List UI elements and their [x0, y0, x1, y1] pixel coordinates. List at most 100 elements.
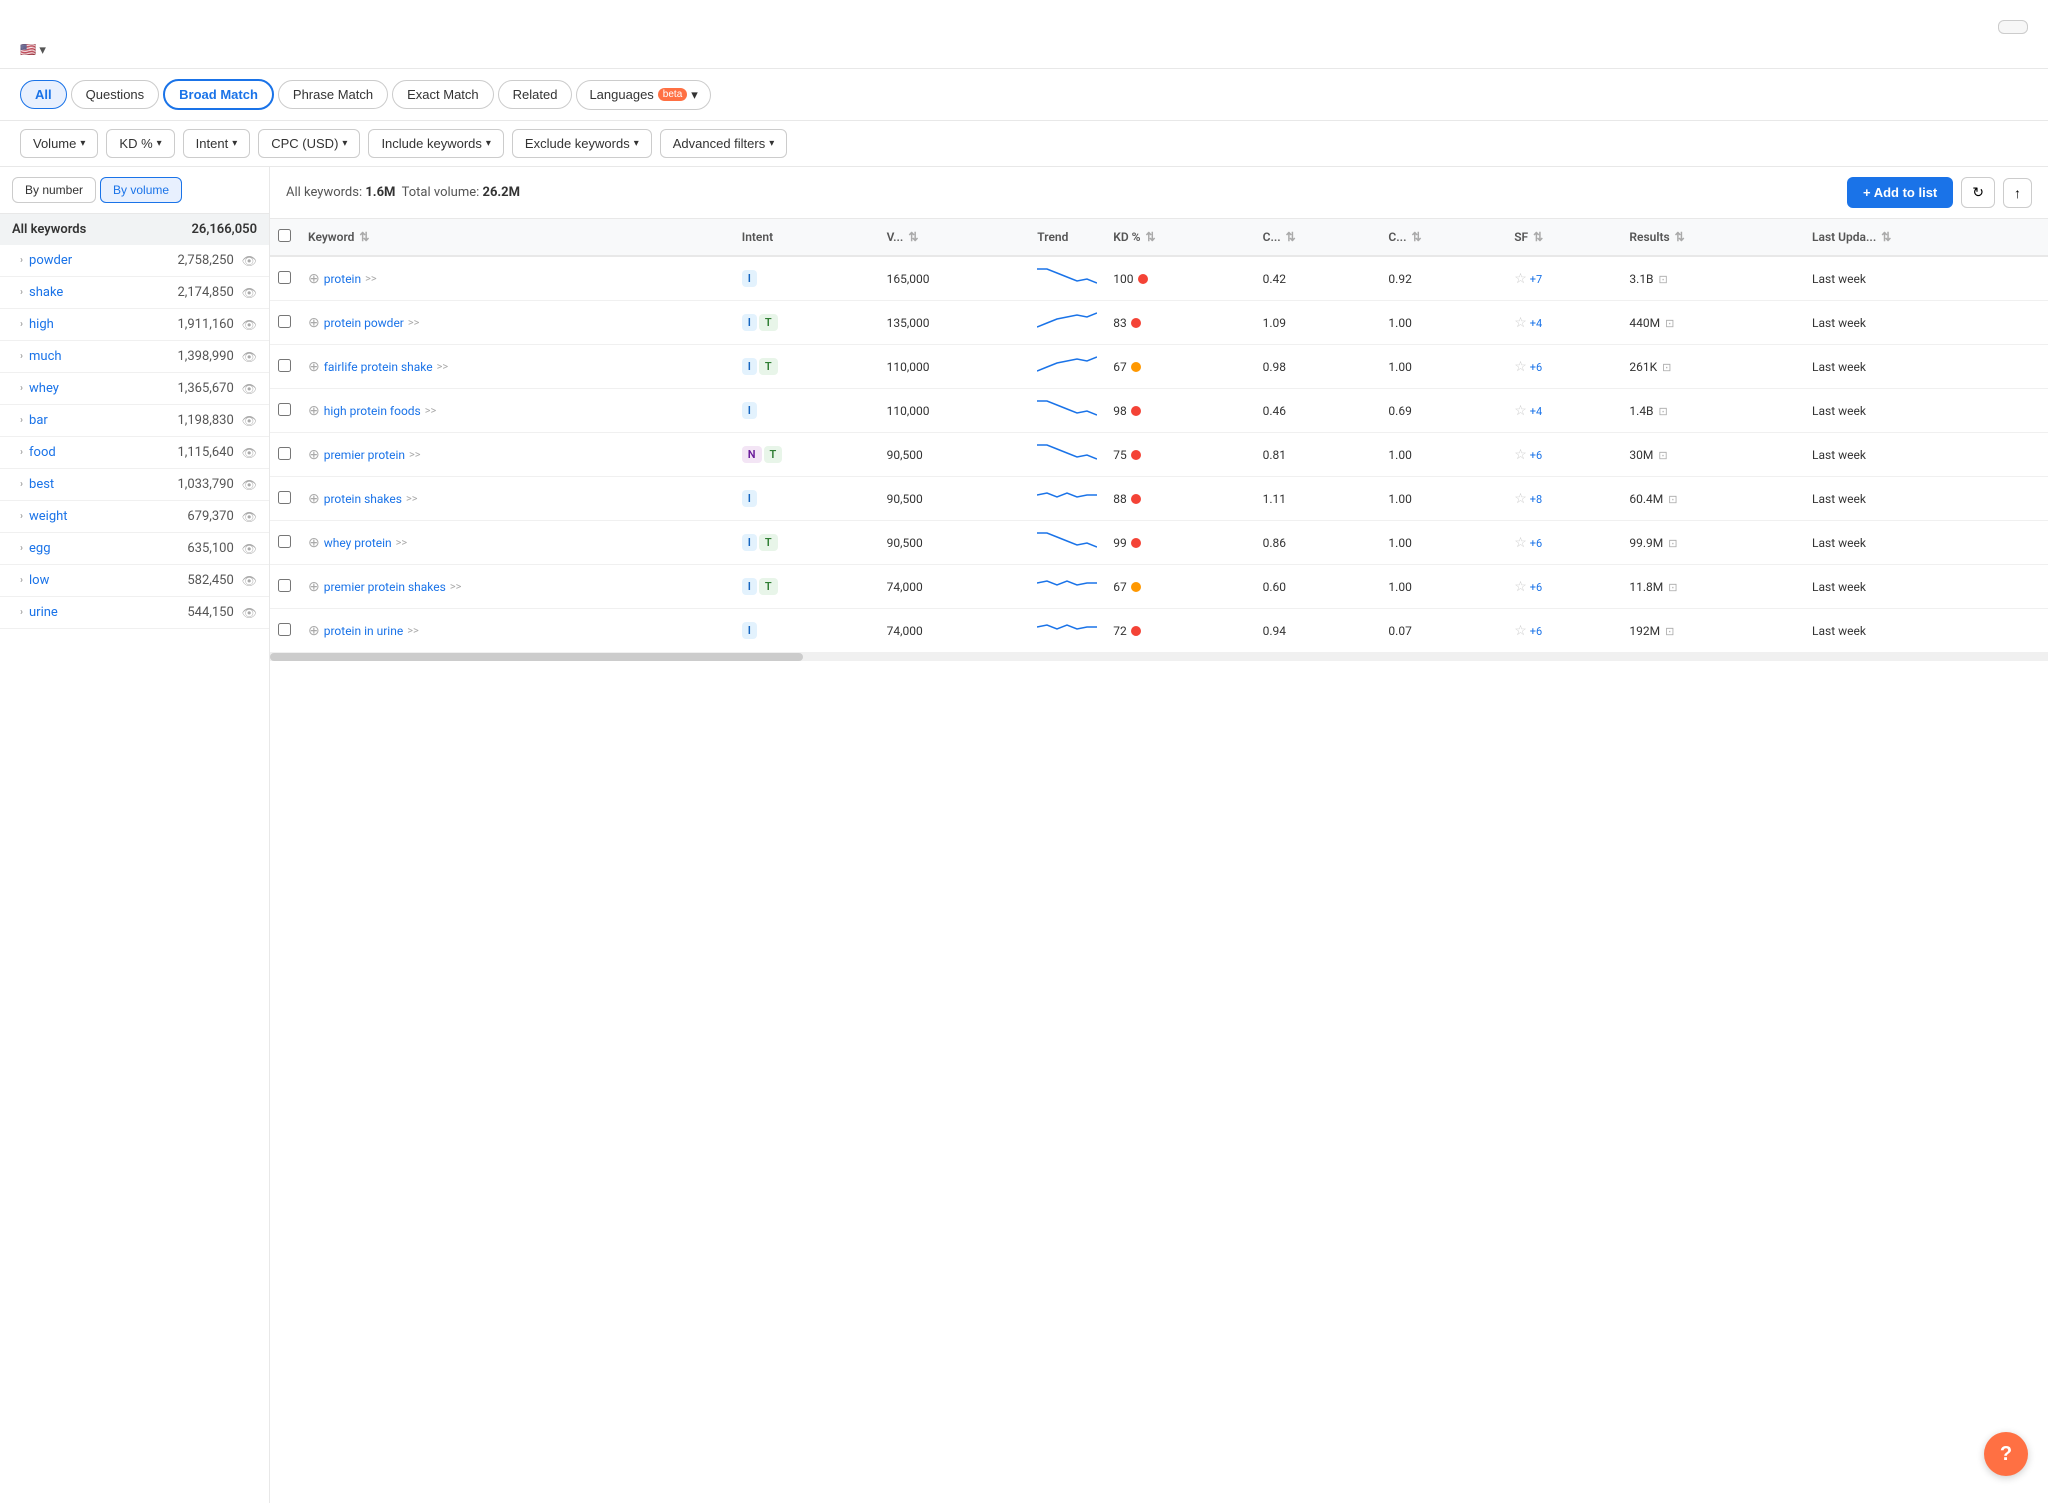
- sidebar-item[interactable]: › food 1,115,640 👁: [0, 437, 269, 469]
- sidebar-item[interactable]: › whey 1,365,670 👁: [0, 373, 269, 405]
- sidebar-item[interactable]: › low 582,450 👁: [0, 565, 269, 597]
- row-checkbox[interactable]: [278, 359, 291, 372]
- sidebar-volume-value: 1,198,830: [178, 413, 234, 428]
- scrollbar-thumb[interactable]: [270, 653, 803, 661]
- sidebar-item[interactable]: › powder 2,758,250 👁: [0, 245, 269, 277]
- table-header: Keyword ⇅ Intent V... ⇅ Trend KD % ⇅ C..…: [270, 219, 2048, 256]
- keyword-link[interactable]: ⊕ high protein foods >>: [308, 403, 726, 419]
- trend-cell: [1029, 256, 1105, 301]
- star-icon[interactable]: ☆: [1514, 447, 1527, 463]
- sidebar-item[interactable]: › shake 2,174,850 👁: [0, 277, 269, 309]
- intent-filter[interactable]: Intent ▾: [183, 129, 251, 158]
- intent-badges: NT: [742, 446, 871, 463]
- row-checkbox[interactable]: [278, 491, 291, 504]
- horizontal-scrollbar[interactable]: [270, 653, 2048, 661]
- cpc1-column-header[interactable]: C... ⇅: [1255, 219, 1381, 256]
- star-icon[interactable]: ☆: [1514, 359, 1527, 375]
- volume-cell: 90,500: [879, 433, 1030, 477]
- trend-chart: [1037, 397, 1097, 421]
- volume-column-header[interactable]: V... ⇅: [879, 219, 1030, 256]
- row-checkbox[interactable]: [278, 403, 291, 416]
- star-icon[interactable]: ☆: [1514, 403, 1527, 419]
- sidebar-item-left: › weight: [20, 509, 68, 524]
- sf-column-header[interactable]: SF ⇅: [1506, 219, 1621, 256]
- sf-plus-count: +6: [1530, 625, 1542, 638]
- sort-by-volume-button[interactable]: By volume: [100, 177, 182, 203]
- plus-circle-icon: ⊕: [308, 271, 320, 287]
- double-arrow-icon: >>: [406, 492, 418, 505]
- star-icon[interactable]: ☆: [1514, 535, 1527, 551]
- row-checkbox[interactable]: [278, 315, 291, 328]
- sidebar-all-keywords-row[interactable]: All keywords 26,166,050: [0, 214, 269, 245]
- keyword-link[interactable]: ⊕ premier protein >>: [308, 447, 726, 463]
- tab-phrase-match[interactable]: Phrase Match: [278, 80, 388, 109]
- keyword-link[interactable]: ⊕ protein in urine >>: [308, 623, 726, 639]
- row-checkbox[interactable]: [278, 579, 291, 592]
- add-to-list-button[interactable]: + Add to list: [1847, 177, 1953, 208]
- tab-broad-match[interactable]: Broad Match: [163, 79, 274, 110]
- sidebar-keyword-label: low: [29, 573, 49, 588]
- keyword-link[interactable]: ⊕ fairlife protein shake >>: [308, 359, 726, 375]
- tab-exact-match[interactable]: Exact Match: [392, 80, 494, 109]
- help-button[interactable]: ?: [1984, 1432, 2028, 1476]
- cpc-filter[interactable]: CPC (USD) ▾: [258, 129, 360, 158]
- star-icon[interactable]: ☆: [1514, 271, 1527, 287]
- kd-cell: 98: [1105, 389, 1254, 433]
- sidebar-item[interactable]: › best 1,033,790 👁: [0, 469, 269, 501]
- last-updated-column-header[interactable]: Last Upda... ⇅: [1804, 219, 2048, 256]
- star-icon[interactable]: ☆: [1514, 623, 1527, 639]
- results-column-header[interactable]: Results ⇅: [1621, 219, 1804, 256]
- sidebar-item-left: › urine: [20, 605, 58, 620]
- keyword-link[interactable]: ⊕ protein >>: [308, 271, 726, 287]
- intent-badge-t: T: [759, 534, 778, 551]
- sidebar-item[interactable]: › egg 635,100 👁: [0, 533, 269, 565]
- plus-circle-icon: ⊕: [308, 359, 320, 375]
- sort-by-number-button[interactable]: By number: [12, 177, 96, 203]
- plus-circle-icon: ⊕: [308, 623, 320, 639]
- keyword-link[interactable]: ⊕ protein powder >>: [308, 315, 726, 331]
- include-keywords-filter[interactable]: Include keywords ▾: [368, 129, 503, 158]
- star-icon[interactable]: ☆: [1514, 579, 1527, 595]
- star-icon[interactable]: ☆: [1514, 315, 1527, 331]
- refresh-button[interactable]: ↻: [1961, 177, 1995, 208]
- beta-badge: beta: [658, 88, 687, 101]
- keyword-link[interactable]: ⊕ whey protein >>: [308, 535, 726, 551]
- sf-plus-count: +7: [1530, 273, 1542, 286]
- intent-badge-i: I: [742, 314, 757, 331]
- sf-plus-count: +8: [1530, 493, 1542, 506]
- sidebar-item[interactable]: › high 1,911,160 👁: [0, 309, 269, 341]
- sidebar-item[interactable]: › weight 679,370 👁: [0, 501, 269, 533]
- sidebar-item[interactable]: › much 1,398,990 👁: [0, 341, 269, 373]
- intent-column-header[interactable]: Intent: [734, 219, 879, 256]
- sf-cell: ☆ +4: [1506, 389, 1621, 433]
- intent-badges: I: [742, 270, 871, 287]
- exclude-keywords-filter[interactable]: Exclude keywords ▾: [512, 129, 652, 158]
- row-checkbox[interactable]: [278, 271, 291, 284]
- results-cell: 261K ⊡: [1621, 345, 1804, 389]
- keyword-cell: ⊕ fairlife protein shake >>: [300, 345, 734, 389]
- keyword-link[interactable]: ⊕ protein shakes >>: [308, 491, 726, 507]
- export-button[interactable]: ↑: [2003, 178, 2032, 208]
- kd-filter[interactable]: KD % ▾: [106, 129, 174, 158]
- row-checkbox[interactable]: [278, 535, 291, 548]
- tab-related[interactable]: Related: [498, 80, 573, 109]
- cpc2-column-header[interactable]: C... ⇅: [1380, 219, 1506, 256]
- sf-cell: ☆ +6: [1506, 609, 1621, 653]
- advanced-filters-button[interactable]: Advanced filters ▾: [660, 129, 788, 158]
- tab-questions[interactable]: Questions: [71, 80, 160, 109]
- select-all-checkbox[interactable]: [278, 229, 291, 242]
- row-checkbox[interactable]: [278, 447, 291, 460]
- volume-filter[interactable]: Volume ▾: [20, 129, 98, 158]
- cpc1-cell: 0.46: [1255, 389, 1381, 433]
- row-checkbox[interactable]: [278, 623, 291, 636]
- table-toolbar: All keywords: 1.6M Total volume: 26.2M +…: [270, 167, 2048, 219]
- languages-button[interactable]: Languages beta ▾: [576, 80, 710, 110]
- tab-all[interactable]: All: [20, 80, 67, 109]
- keyword-link[interactable]: ⊕ premier protein shakes >>: [308, 579, 726, 595]
- star-icon[interactable]: ☆: [1514, 491, 1527, 507]
- keyword-column-header[interactable]: Keyword ⇅: [300, 219, 734, 256]
- view-history-button[interactable]: [1998, 20, 2028, 34]
- sidebar-item[interactable]: › urine 544,150 👁: [0, 597, 269, 629]
- kd-column-header[interactable]: KD % ⇅: [1105, 219, 1254, 256]
- sidebar-item[interactable]: › bar 1,198,830 👁: [0, 405, 269, 437]
